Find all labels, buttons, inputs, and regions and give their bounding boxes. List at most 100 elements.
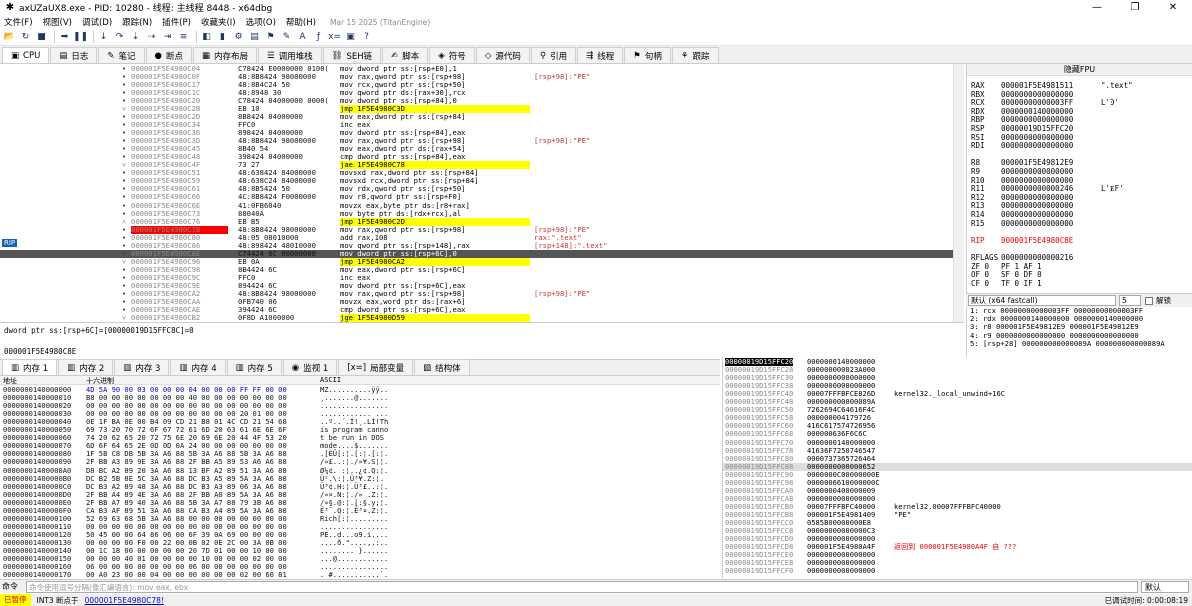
trace-over-icon[interactable]: ⇢	[145, 31, 158, 44]
call-convention-select[interactable]: 默认 (x64 fastcall)	[968, 295, 1116, 306]
about-icon[interactable]: ?	[360, 31, 373, 44]
step-into-icon[interactable]: ↓	[97, 31, 110, 44]
dump-tab-7[interactable]: ▧ 结构体	[414, 359, 470, 375]
register-value[interactable]: 0000000000000000	[1001, 219, 1101, 229]
stack-row[interactable]: 00000019D15FFCE0 0000000000000000	[723, 551, 1192, 559]
register-value[interactable]: TF 0 IF 1	[1001, 279, 1101, 289]
register-row[interactable]: RIP 000001F5E4980C8E	[971, 236, 1101, 246]
tab-2[interactable]: ✎ 笔记	[98, 47, 145, 63]
close-window-button[interactable]: ✕	[1154, 0, 1192, 15]
menu-item-0[interactable]: 文件(F)	[4, 16, 33, 28]
dump-tab-5[interactable]: ◉ 监视 1	[282, 359, 338, 375]
dump-row[interactable]: 0000000140000170 00 A0 23 00 00 04 00 00 …	[0, 571, 720, 578]
menu-item-4[interactable]: 插件(P)	[162, 16, 191, 28]
stack-row[interactable]: 00000019D15FFC28 000000000023A000	[723, 366, 1192, 374]
pause-icon[interactable]: ❚❚	[73, 31, 88, 44]
stack-row[interactable]: 00000019D15FFCB8 000001F5E4981409 "PE"	[723, 510, 1192, 519]
dump-header-ascii[interactable]: ASCII	[320, 376, 341, 384]
status-address-link[interactable]: 000001F5E4980C78!	[85, 596, 164, 605]
minimize-button[interactable]: —	[1078, 0, 1116, 15]
stack-row[interactable]: 00000019D15FFC50 7262694C64616F4C	[723, 406, 1192, 414]
stack-row[interactable]: 00000019D15FFCC8 00000000000000C3	[723, 527, 1192, 535]
tab-1[interactable]: ▤ 日志	[50, 47, 98, 63]
stack-row[interactable]: 00000019D15FFC98 0000006610000000C	[723, 478, 1192, 487]
command-mode-select[interactable]: 默认	[1141, 580, 1189, 593]
register-value[interactable]: 000001F5E4980C8E	[1001, 236, 1101, 246]
restart-icon[interactable]: ↻	[19, 31, 32, 44]
stack-row[interactable]: 00000019D15FFC58 000000004179726	[723, 414, 1192, 422]
stack-row[interactable]: 00000019D15FFCA0 0000000400000009	[723, 486, 1192, 495]
arguments-panel[interactable]: 1: rcx 00000000000003FF 00000000000003FF…	[966, 307, 1192, 357]
register-row[interactable]: RDI 0000000000000000	[971, 142, 1101, 151]
tab-11[interactable]: ⇶ 线程	[577, 47, 624, 63]
tab-0[interactable]: ▣ CPU	[2, 47, 50, 63]
run-to-user-icon[interactable]: ⇥	[161, 31, 174, 44]
label-icon[interactable]: A	[296, 31, 309, 44]
trace-into-icon[interactable]: ⇣	[129, 31, 142, 44]
stack-row[interactable]: 00000019D15FFC30 0000000000000000	[723, 374, 1192, 382]
dump-tab-1[interactable]: ▥ 内存 2	[58, 359, 114, 375]
register-value[interactable]: 0000000000000000	[1001, 142, 1101, 151]
stack-row[interactable]: 00000019D15FFCD8 000001F5E4980A4F 返回到 0000…	[723, 543, 1192, 551]
argument-row[interactable]: 5: [rsp+28] 000000000000089A 00000000000…	[967, 339, 1192, 348]
log-icon[interactable]: ▣	[344, 31, 357, 44]
stack-row[interactable]: 00000019D15FFC70 0000000140000000	[723, 438, 1192, 447]
tab-9[interactable]: ◇ 源代码	[475, 47, 530, 63]
unlock-checkbox[interactable]	[1145, 296, 1153, 305]
bookmark-icon[interactable]: ⚑	[264, 31, 277, 44]
tab-12[interactable]: ⚑ 句柄	[624, 47, 671, 63]
stack-row[interactable]: 00000019D15FFCC0 0585B00000000E8	[723, 519, 1192, 527]
calc-icon[interactable]: ▤	[248, 31, 261, 44]
favorites-icon[interactable]: ▮	[216, 31, 229, 44]
disassembly-scrollbar[interactable]	[953, 64, 964, 322]
tab-8[interactable]: ◈ 符号	[429, 47, 475, 63]
dump-tab-3[interactable]: ▥ 内存 4	[170, 359, 226, 375]
tab-5[interactable]: ☰ 调用堆栈	[258, 47, 322, 63]
tab-10[interactable]: ⚲ 引用	[530, 47, 577, 63]
register-row[interactable]: R15 0000000000000000	[971, 219, 1101, 229]
hide-fpu-button[interactable]: 隐藏FPU	[967, 64, 1192, 76]
step-over-icon[interactable]: ↷	[113, 31, 126, 44]
disassembly-view[interactable]: • 000001F5E4980C04 C78424 E0000000 0100(mo…	[0, 64, 964, 322]
registers-panel[interactable]: 隐藏FPU RAX 000001F5E4981511 ".text" RBX 00000…	[966, 64, 1192, 293]
stack-row[interactable]: 00000019D15FFCB0 00007FFFBFC40000 kernel32…	[723, 502, 1192, 511]
tab-6[interactable]: ⛓ SEH链	[322, 47, 382, 63]
menu-item-1[interactable]: 视图(V)	[43, 16, 72, 28]
settings-icon[interactable]: ⚙	[232, 31, 245, 44]
dump-tab-0[interactable]: ▥ 内存 1	[2, 359, 58, 375]
maximize-button[interactable]: ❐	[1116, 0, 1154, 15]
menu-item-6[interactable]: 选项(O)	[246, 16, 276, 28]
arg-count-spinner[interactable]: 5	[1119, 295, 1141, 306]
stack-row[interactable]: 00000019D15FFC48 000000000000089A	[723, 398, 1192, 406]
menu-item-5[interactable]: 收藏夹(I)	[201, 16, 236, 28]
memory-dump-view[interactable]: 地址 十六进制 ASCII 0000000140000000 4D 5A 90 0…	[0, 376, 720, 578]
tab-3[interactable]: ● 断点	[145, 47, 192, 63]
dump-tab-4[interactable]: ▥ 内存 5	[226, 359, 282, 375]
tab-13[interactable]: ⚘ 跟踪	[671, 47, 719, 63]
stack-row[interactable]: 00000019D15FFC40 00007FFFBFCE826D kernel32…	[723, 390, 1192, 398]
animate-icon[interactable]: ≡	[177, 31, 190, 44]
stack-row[interactable]: 00000019D15FFC88 0000000000000652	[723, 462, 1192, 471]
font-icon[interactable]: x=	[328, 31, 341, 44]
stack-view[interactable]: 00000019D15FFC20 0000000140000000 00000019…	[722, 357, 1192, 578]
open-icon[interactable]: 📂	[3, 31, 16, 44]
comment-icon[interactable]: ✎	[280, 31, 293, 44]
stack-row[interactable]: 00000019D15FFCF0 0000000000000000	[723, 567, 1192, 575]
stack-row[interactable]: 00000019D15FFCE8 0000000000000000	[723, 559, 1192, 567]
menu-item-3[interactable]: 跟踪(N)	[122, 16, 152, 28]
close-icon[interactable]: ■	[35, 31, 48, 44]
stack-row[interactable]: 00000019D15FFC60 416C617574726956	[723, 422, 1192, 430]
dump-tab-2[interactable]: ▥ 内存 3	[114, 359, 170, 375]
stack-row[interactable]: 00000019D15FFC80 0000737365726464	[723, 454, 1192, 463]
command-input[interactable]: 命令使用逗号分隔(像汇编语言): mov eax, ebx	[26, 580, 1138, 593]
run-icon[interactable]: ➡	[58, 31, 71, 44]
menu-item-2[interactable]: 调试(D)	[82, 16, 112, 28]
tab-7[interactable]: ✍ 脚本	[382, 47, 429, 63]
stack-row[interactable]: 00000019D15FFC78 41636F7250746547	[723, 446, 1192, 455]
stack-row[interactable]: 00000019D15FFC90 0000000C00000000E	[723, 470, 1192, 479]
function-icon[interactable]: ƒ	[312, 31, 325, 44]
dump-tab-6[interactable]: [x=] 局部变量	[338, 359, 414, 375]
script-icon[interactable]: ◧	[200, 31, 213, 44]
register-row[interactable]: CF 0 TF 0 IF 1	[971, 279, 1101, 289]
menu-item-7[interactable]: 帮助(H)	[286, 16, 316, 28]
